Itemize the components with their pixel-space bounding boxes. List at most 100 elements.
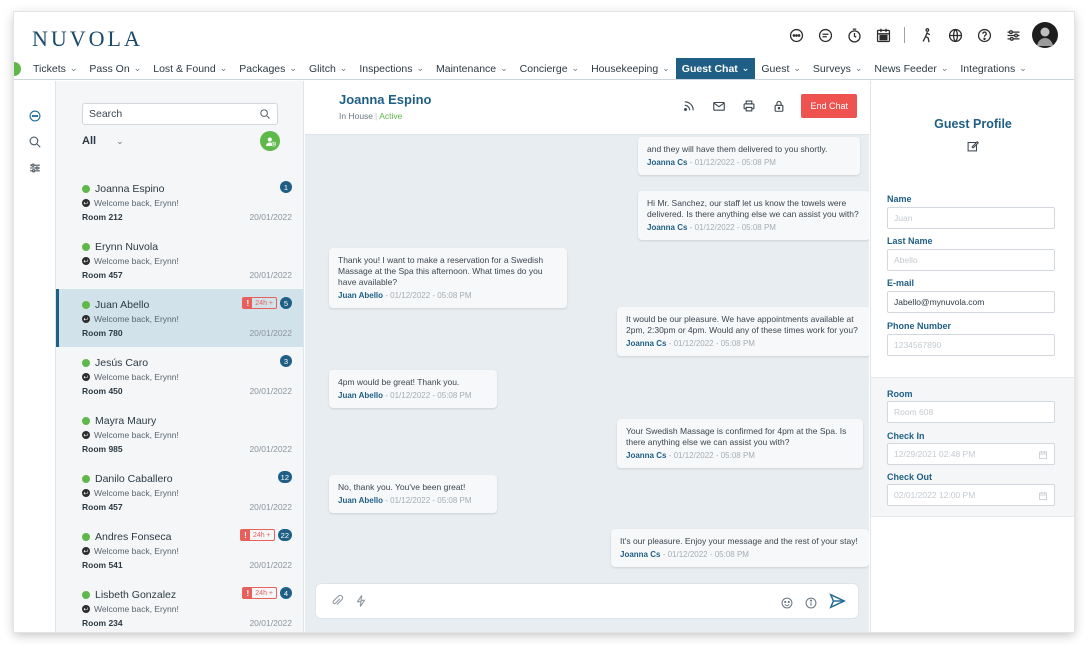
checkin-field[interactable]: 12/29/2021 02:48 PM — [887, 443, 1055, 465]
conversation-item[interactable]: Jesús Caro ↩ Welcome back, Erynn! Room 450 2… — [56, 347, 303, 405]
filter-dropdown[interactable]: All ⌄ — [82, 135, 124, 147]
room-field[interactable]: Room 608 — [887, 401, 1055, 423]
nav-integrations[interactable]: Integrations ⌄ — [954, 58, 1032, 79]
chat-toolbar: End Chat — [681, 94, 857, 118]
conversation-date: 20/01/2022 — [249, 502, 292, 512]
unread-count-badge: 1 — [280, 181, 292, 193]
reply-icon: ↩ — [82, 489, 90, 497]
phone-field[interactable]: 1234567890 — [887, 334, 1055, 356]
globe-icon[interactable] — [945, 25, 965, 45]
info-icon[interactable] — [804, 596, 818, 610]
chat-bubble-icon[interactable] — [786, 25, 806, 45]
conversation-date: 20/01/2022 — [249, 212, 292, 222]
sliders-icon[interactable] — [14, 155, 56, 181]
message-composer[interactable] — [315, 583, 859, 619]
calendar-icon[interactable] — [873, 25, 893, 45]
nav-pass-on[interactable]: Pass On ⌄ — [83, 58, 147, 79]
search-icon[interactable] — [14, 129, 56, 155]
last-message: Welcome back, Erynn! — [94, 488, 179, 498]
last-name-field[interactable]: Abello — [887, 249, 1055, 271]
add-contact-button[interactable] — [260, 131, 280, 151]
chevron-down-icon: ⌄ — [571, 63, 580, 73]
send-icon[interactable] — [828, 592, 846, 613]
nav-inspections[interactable]: Inspections ⌄ — [353, 58, 430, 79]
add-user-icon — [265, 136, 276, 147]
new-ticket-button[interactable] — [14, 61, 21, 76]
conversation-badges: ! 24h +5 — [242, 297, 292, 309]
message-bubble: No, thank you. You've been great! Juan A… — [329, 475, 497, 513]
walk-icon[interactable] — [916, 25, 936, 45]
timer-icon[interactable] — [844, 25, 864, 45]
online-status-icon — [82, 591, 90, 599]
conversation-item[interactable]: Lisbeth Gonzalez ↩ Welcome back, Erynn! Roo… — [56, 579, 303, 632]
search-input[interactable]: Search — [82, 103, 278, 125]
nav-guest[interactable]: Guest ⌄ — [755, 58, 807, 79]
conversation-date: 20/01/2022 — [249, 386, 292, 396]
rss-icon[interactable] — [681, 98, 697, 114]
calendar-icon — [1039, 492, 1047, 500]
edit-icon[interactable] — [966, 139, 980, 153]
attachment-icon[interactable] — [330, 594, 344, 608]
top-toolbar — [786, 22, 1058, 48]
toolbar-separator — [904, 27, 905, 43]
mail-icon[interactable] — [711, 98, 727, 114]
last-message: Welcome back, Erynn! — [94, 604, 179, 614]
conversation-item[interactable]: Mayra Maury ↩ Welcome back, Erynn! Room 985… — [56, 405, 303, 463]
conversation-badges: 12 — [277, 471, 292, 483]
chevron-down-icon: ⌄ — [793, 63, 801, 73]
nav-lost-found[interactable]: Lost & Found ⌄ — [147, 58, 233, 79]
nav-packages[interactable]: Packages ⌄ — [233, 58, 303, 79]
conversation-item[interactable]: Erynn Nuvola ↩ Welcome back, Erynn! Room 45… — [56, 231, 303, 289]
overdue-badge: ! 24h + — [239, 529, 275, 541]
nav-guest-chat[interactable]: Guest Chat ⌄ — [675, 58, 756, 79]
unread-count-badge: 22 — [277, 529, 292, 541]
end-chat-button[interactable]: End Chat — [801, 94, 857, 118]
message-bubble: and they will have them delivered to you… — [638, 137, 860, 175]
emoji-icon[interactable] — [780, 596, 794, 610]
conversation-item[interactable]: Joanna Espino ↩ Welcome back, Erynn! Room 2… — [56, 173, 303, 231]
lock-icon[interactable] — [771, 98, 787, 114]
guest-name: Joanna Espino — [95, 183, 165, 195]
conversation-date: 20/01/2022 — [249, 560, 292, 570]
conversation-badges: ! 24h +4 — [242, 587, 292, 599]
print-icon[interactable] — [741, 98, 757, 114]
name-field[interactable]: Juan — [887, 207, 1055, 229]
last-message: Welcome back, Erynn! — [94, 256, 179, 266]
checkin-label: Check In — [887, 431, 925, 441]
room-label: Room — [887, 389, 913, 399]
checkout-field[interactable]: 02/01/2022 12:00 PM — [887, 484, 1055, 506]
chat-status: In House | Active — [339, 111, 403, 121]
conversation-item[interactable]: Juan Abello ↩ Welcome back, Erynn! Room 780… — [56, 289, 303, 347]
bolt-icon[interactable] — [354, 594, 368, 608]
nav-surveys[interactable]: Surveys ⌄ — [807, 58, 868, 79]
chevron-down-icon: ⌄ — [289, 63, 297, 73]
nav-housekeeping[interactable]: Housekeeping ⌄ — [585, 58, 676, 79]
chevron-down-icon: ⌄ — [940, 63, 949, 73]
conversation-date: 20/01/2022 — [249, 270, 292, 280]
message-bubble: Thank you! I want to make a reservation … — [329, 248, 567, 308]
online-status-icon — [82, 243, 90, 251]
nuvola-logo[interactable]: NUVOLA — [32, 26, 143, 52]
conversation-item[interactable]: Danilo Caballero ↩ Welcome back, Erynn! Roo… — [56, 463, 303, 521]
chat-guest-name[interactable]: Joanna Espino — [339, 92, 431, 107]
last-message: Welcome back, Erynn! — [94, 198, 179, 208]
chevron-down-icon: ⌄ — [741, 63, 750, 73]
conversation-date: 20/01/2022 — [249, 444, 292, 454]
help-icon[interactable] — [974, 25, 994, 45]
name-label: Name — [887, 194, 912, 204]
conversation-item[interactable]: Andres Fonseca ↩ Welcome back, Erynn! Room … — [56, 521, 303, 579]
sliders-icon[interactable] — [1003, 25, 1023, 45]
message-bubble: It would be our pleasure. We have appoin… — [617, 307, 869, 356]
nav-concierge[interactable]: Concierge ⌄ — [514, 58, 585, 79]
nav-news-feeder[interactable]: News Feeder ⌄ — [868, 58, 954, 79]
email-field[interactable]: Jabello@mynuvola.com — [887, 291, 1055, 313]
guest-name: Lisbeth Gonzalez — [95, 589, 177, 601]
message-icon[interactable] — [815, 25, 835, 45]
nav-maintenance[interactable]: Maintenance ⌄ — [430, 58, 514, 79]
main-nav: Tickets ⌄ Pass On ⌄ Lost & Found ⌄ Packages… — [14, 58, 1074, 80]
conversation-items: Joanna Espino ↩ Welcome back, Erynn! Room 2… — [56, 173, 303, 632]
chat-icon[interactable] — [14, 103, 56, 129]
nav-glitch[interactable]: Glitch ⌄ — [303, 58, 353, 79]
user-avatar[interactable] — [1032, 22, 1058, 48]
nav-tickets[interactable]: Tickets ⌄ — [27, 58, 83, 79]
